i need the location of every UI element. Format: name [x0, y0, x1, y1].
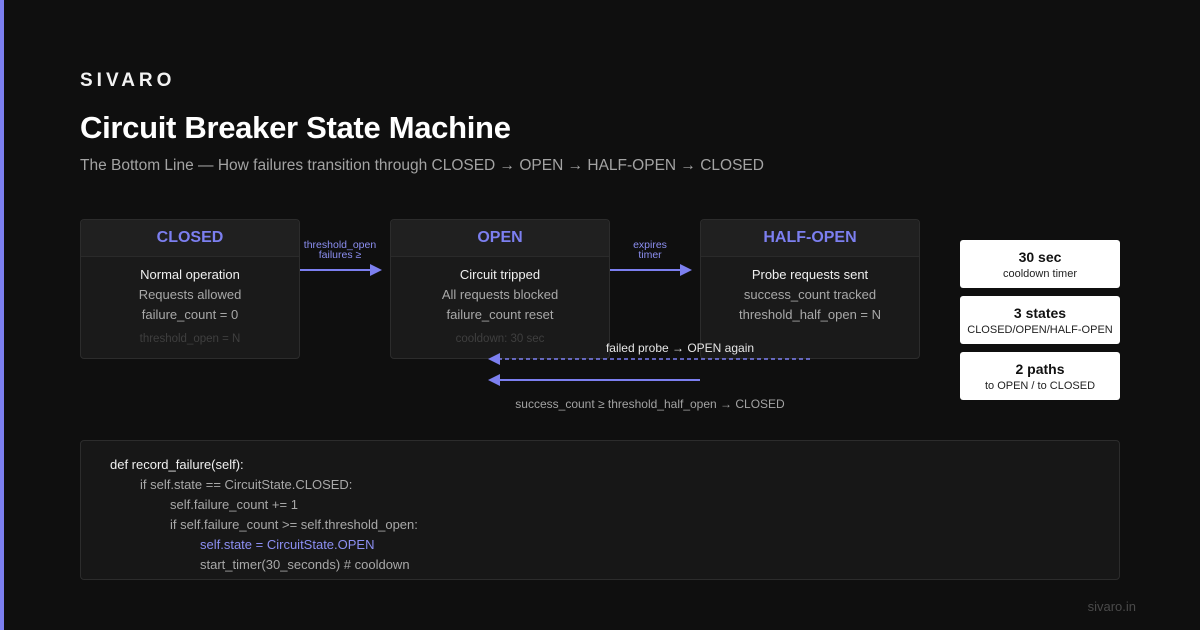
- arrow-half-open-to-closed: [488, 374, 700, 386]
- stat-label: cooldown timer: [1003, 268, 1077, 280]
- transition-label-closed-to-open: threshold_open failures ≥: [300, 240, 380, 261]
- code-line: self.failure_count += 1: [170, 497, 298, 512]
- stat-card-paths: 2 paths to OPEN / to CLOSED: [960, 352, 1120, 400]
- arrow-open-to-half-open: [610, 264, 692, 276]
- stat-value: 30 sec: [1018, 249, 1062, 265]
- stat-value: 2 paths: [1015, 361, 1065, 377]
- footer-url: sivaro.in: [1087, 599, 1136, 614]
- transition-label-success: success_count ≥ threshold_half_open → CL…: [515, 397, 785, 411]
- transition-label-open-to-half-open: expires timer: [610, 240, 690, 261]
- stat-label: CLOSED/OPEN/HALF-OPEN: [967, 324, 1113, 336]
- transition-label-failed-probe: failed probe → OPEN again: [605, 341, 755, 355]
- code-block: def record_failure(self): if self.state …: [80, 440, 1120, 580]
- stat-label: to OPEN / to CLOSED: [984, 380, 1096, 392]
- code-line: if self.state == CircuitState.CLOSED:: [140, 477, 353, 492]
- code-line-highlight: self.state = CircuitState.OPEN: [200, 537, 375, 552]
- stat-value: 3 states: [1013, 305, 1067, 321]
- code-line: start_timer(30_seconds) # cooldown: [200, 557, 410, 572]
- stat-card-states: 3 states CLOSED/OPEN/HALF-OPEN: [960, 296, 1120, 344]
- stat-card-cooldown: 30 sec cooldown timer: [960, 240, 1120, 288]
- transition-label-line: timer: [638, 249, 662, 261]
- arrow-closed-to-open: [300, 264, 382, 276]
- code-line: def record_failure(self):: [110, 457, 244, 472]
- code-line: if self.failure_count >= self.threshold_…: [170, 517, 418, 532]
- transition-label-line: failures ≥: [318, 249, 362, 261]
